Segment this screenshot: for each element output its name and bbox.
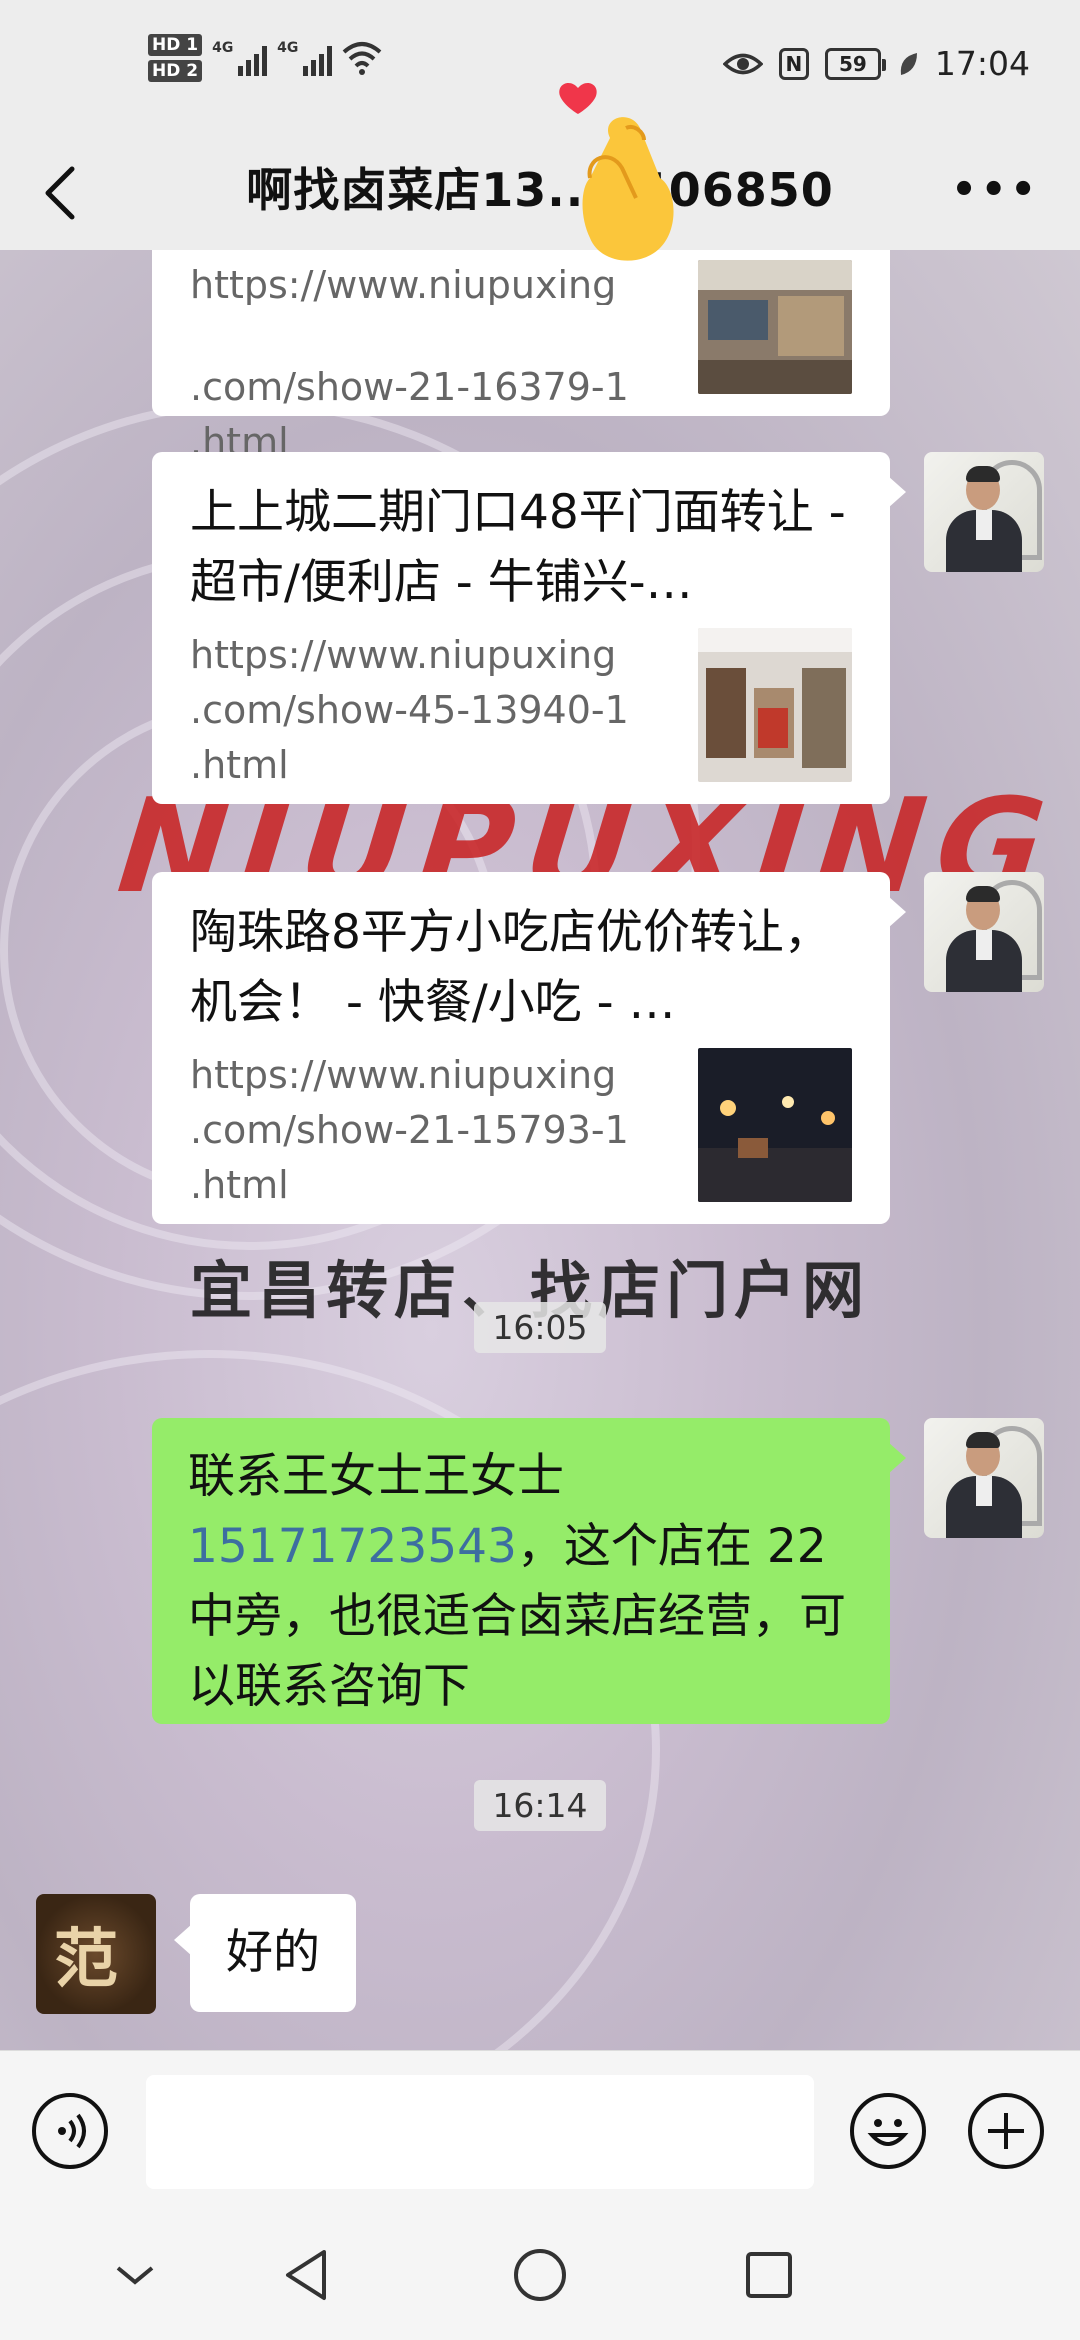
timestamp: 16:05 <box>0 1302 1080 1353</box>
message-text: 联系王女士王女士 <box>188 1449 564 1504</box>
timestamp-text: 16:14 <box>474 1780 606 1831</box>
clock: 17:04 <box>934 44 1030 83</box>
link-card-message[interactable]: https://www.niupuxing .com/show-21-16379… <box>152 250 890 464</box>
timestamp-text: 16:05 <box>474 1302 606 1353</box>
link-thumbnail <box>698 628 852 782</box>
status-left: HD 1 HD 2 4G 4G <box>148 34 382 82</box>
hd1-badge: HD 1 <box>148 34 203 56</box>
signal-1-icon: 4G <box>212 40 268 76</box>
voice-input-button[interactable] <box>32 2093 108 2169</box>
network-1-label: 4G <box>212 40 234 56</box>
link-url-partial: https://www.niupuxing <box>190 265 617 305</box>
link-card-message[interactable]: 上上城二期门口48平门面转让 - 超市/便利店 - 牛铺兴-… https://… <box>152 452 906 804</box>
message-text: 好的 <box>226 1925 320 1980</box>
link-thumbnail <box>698 260 852 394</box>
hd2-badge: HD 2 <box>148 60 203 82</box>
finger-heart-emoji-icon <box>559 82 674 261</box>
nav-home-icon[interactable] <box>505 2240 575 2310</box>
sent-text-message[interactable]: 联系王女士王女士 15171723543，这个店在 22 中旁，也很适合卤菜店经… <box>152 1418 906 1724</box>
eye-icon <box>722 53 763 74</box>
voice-icon <box>58 2113 86 2149</box>
hide-keyboard-chevron-icon[interactable] <box>100 2240 170 2310</box>
plus-icon <box>988 2113 1024 2149</box>
my-avatar[interactable] <box>924 1418 1044 1538</box>
smiley-icon <box>867 2119 909 2146</box>
hd-badges: HD 1 HD 2 <box>148 34 203 82</box>
phone-link[interactable]: 15171723543 <box>188 1519 517 1574</box>
network-2-label: 4G <box>277 40 299 56</box>
wifi-icon <box>342 42 382 75</box>
link-url: https://www.niupuxing .com/show-45-13940… <box>190 633 629 787</box>
input-bar <box>0 2050 1080 2210</box>
my-avatar[interactable] <box>924 452 1044 572</box>
received-text-message[interactable]: 好的 <box>174 1894 356 2012</box>
battery-icon: 59 <box>824 47 886 80</box>
signal-2-icon: 4G <box>277 40 333 76</box>
more-functions-button[interactable] <box>968 2093 1044 2169</box>
timestamp: 16:14 <box>0 1780 1080 1831</box>
my-avatar[interactable] <box>924 872 1044 992</box>
link-title: 上上城二期门口48平门面转让 - 超市/便利店 - 牛铺兴-… <box>190 485 846 610</box>
link-card-message[interactable]: 陶珠路8平方小吃店优价转让，机会！ - 快餐/小吃 - … https://ww… <box>152 872 906 1224</box>
nav-recents-icon[interactable] <box>734 2240 804 2310</box>
status-right: N 59 17:04 <box>722 44 1030 83</box>
system-nav-bar <box>0 2210 1080 2340</box>
nav-back-icon[interactable] <box>274 2240 344 2310</box>
link-title: 陶珠路8平方小吃店优价转让，机会！ - 快餐/小吃 - … <box>190 905 831 1030</box>
link-url: https://www.niupuxing .com/show-21-15793… <box>190 1053 629 1207</box>
leaf-icon <box>900 52 917 75</box>
link-thumbnail <box>698 1048 852 1202</box>
link-url: .com/show-21-16379-1 .html <box>190 365 629 464</box>
nfc-icon: N <box>778 47 809 80</box>
chat-area[interactable]: NIUPUXING 宜昌转店、找店门户网 https://www.niupuxi… <box>0 250 1080 2050</box>
avatar-glyph: 范 <box>54 1922 118 1997</box>
emoji-button[interactable] <box>850 2093 926 2169</box>
more-options-icon[interactable]: ••• <box>951 170 1040 210</box>
message-input[interactable] <box>146 2075 814 2189</box>
contact-avatar[interactable]: 范 <box>36 1894 156 2014</box>
